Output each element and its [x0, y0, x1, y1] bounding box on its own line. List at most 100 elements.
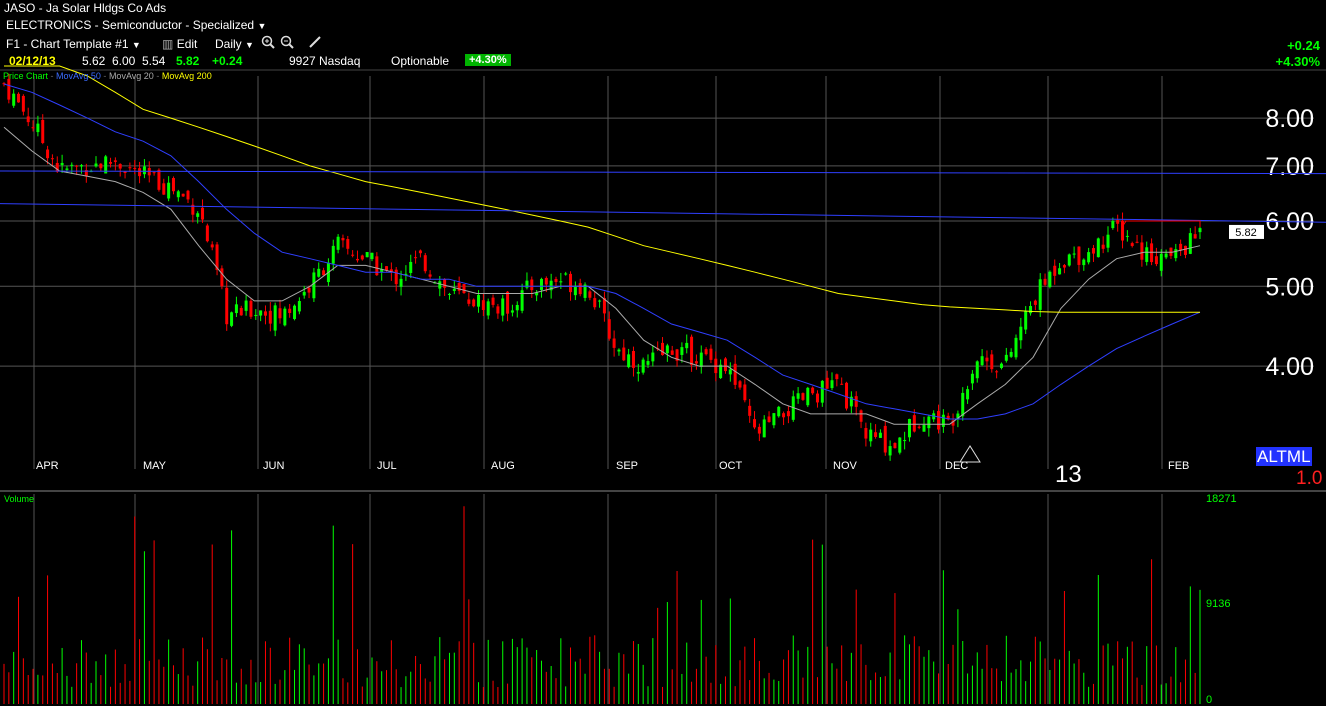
candle-body: [113, 160, 117, 162]
candle-body: [748, 405, 752, 416]
candle-body: [699, 352, 703, 367]
candle-body: [428, 274, 432, 277]
candle-body: [268, 310, 272, 324]
candle-body: [31, 127, 35, 129]
candle-body: [346, 239, 350, 249]
x-tick-label: JUL: [377, 460, 397, 472]
candle-body: [283, 308, 287, 326]
y-tick-label: 4.00: [1265, 353, 1314, 381]
interval-selector[interactable]: Daily ▼: [215, 37, 254, 51]
candle-body: [917, 426, 921, 428]
candle-body: [297, 301, 301, 312]
candle-body: [1019, 326, 1023, 341]
candle-body: [995, 371, 999, 373]
candle-body: [622, 347, 626, 361]
template-label: F1 - Chart Template #1: [6, 37, 129, 51]
x-tick-label: OCT: [719, 460, 743, 472]
candle-body: [481, 300, 485, 310]
dropdown-caret-icon: ▼: [131, 40, 141, 50]
candle-body: [1087, 252, 1091, 263]
quote-exchange: Nasdaq: [319, 54, 361, 68]
candle-body: [907, 418, 911, 438]
candle-body: [1188, 233, 1192, 254]
edit-button[interactable]: ▥ Edit: [162, 37, 197, 51]
candle-body: [142, 166, 146, 175]
candle-body: [26, 116, 30, 123]
candle-body: [627, 354, 631, 368]
candle-body: [898, 437, 902, 453]
chart-legend: Price Chart - MovAvg 50 - MovAvg 20 - Mo…: [3, 71, 212, 81]
candle-body: [530, 279, 534, 291]
candle-body: [133, 168, 137, 170]
resistance-line: [1121, 220, 1201, 228]
candle-body: [443, 279, 447, 288]
alert-letters[interactable]: ALTML: [1256, 447, 1312, 467]
template-selector[interactable]: F1 - Chart Template #1 ▼: [6, 37, 141, 51]
candle-body: [447, 293, 451, 295]
candle-body: [1024, 311, 1028, 330]
candle-body: [355, 258, 359, 261]
quote-open: 5.62: [82, 54, 106, 68]
candle-body: [709, 348, 713, 360]
candle-body: [263, 311, 267, 316]
candle-body: [365, 252, 369, 258]
candle-body: [1091, 248, 1095, 254]
candle-body: [1183, 245, 1187, 255]
candle-body: [128, 167, 132, 169]
x-tick-label: AUG: [491, 460, 515, 472]
candle-body: [477, 294, 481, 307]
zoom-in-icon[interactable]: [261, 35, 275, 49]
candle-body: [293, 305, 297, 320]
bar-chart-icon: ▥: [162, 37, 174, 51]
candle-body: [506, 291, 510, 314]
candle-body: [496, 306, 500, 314]
candle-body: [99, 163, 103, 169]
candle-body: [598, 300, 602, 302]
candle-body: [607, 319, 611, 339]
upper-trendline: [0, 170, 1326, 175]
candle-body: [307, 287, 311, 293]
candle-body: [273, 305, 277, 331]
candle-body: [181, 193, 185, 197]
candle-body: [970, 373, 974, 384]
candle-body: [7, 78, 11, 100]
candle-body: [234, 304, 238, 314]
candle-body: [593, 298, 597, 308]
candle-body: [70, 164, 74, 166]
dropdown-caret-icon: ▼: [245, 40, 254, 50]
candle-body: [874, 432, 878, 437]
zoom-out-icon[interactable]: [280, 35, 294, 49]
candle-body: [820, 380, 824, 403]
candle-body: [922, 424, 926, 432]
pencil-icon[interactable]: [308, 35, 322, 49]
candle-body: [205, 225, 209, 242]
candle-body: [845, 382, 849, 409]
candle-body: [1140, 242, 1144, 260]
candle-body: [1164, 253, 1168, 258]
candle-body: [1072, 253, 1076, 255]
alert-value: 1.0: [1296, 468, 1323, 489]
industry-selector[interactable]: ELECTRONICS - Semiconductor - Specialize…: [6, 18, 266, 32]
candle-body: [21, 95, 25, 112]
legend-ma50: MovAvg 50: [56, 71, 101, 81]
candle-body: [661, 342, 665, 356]
candle-body: [903, 440, 907, 442]
candle-body: [41, 119, 45, 143]
candle-body: [75, 165, 79, 167]
candle-body: [418, 250, 422, 254]
candle-body: [360, 255, 364, 260]
candle-body: [694, 361, 698, 364]
volume-tick-label: 18271: [1206, 493, 1237, 505]
candle-body: [806, 387, 810, 406]
candle-body: [980, 356, 984, 366]
candles-group: [2, 73, 1202, 461]
candle-body: [975, 361, 979, 379]
alert-letters-text: ALTML: [1256, 447, 1312, 466]
candle-body: [1130, 243, 1134, 246]
window-title: JASO - Ja Solar Hldgs Co Ads: [4, 1, 166, 15]
candle-body: [786, 411, 790, 417]
candle-body: [733, 363, 737, 385]
candle-body: [937, 410, 941, 430]
candle-body: [835, 374, 839, 380]
candle-body: [564, 273, 568, 275]
